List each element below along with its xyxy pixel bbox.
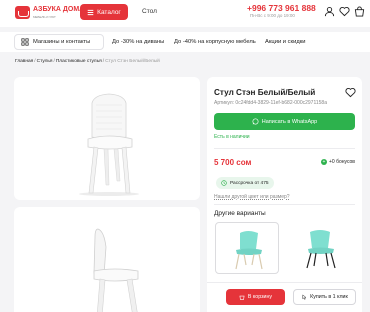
white-chair-front-image [79,93,139,196]
installment-label: Рассрочка от 475 [230,180,269,186]
top-nav: Магазины и контакты До -30% на диваны До… [0,32,370,52]
breadcrumb: Главная/Стулья/Пластиковые стулья/Стул С… [15,59,160,64]
whatsapp-button-label: Написать в WhatsApp [261,118,318,125]
other-color-link[interactable]: Нашли другой цвет или размер? [214,194,290,200]
grid-icon [21,38,29,46]
search-value: Стол [142,8,157,15]
breadcrumb-plastic-chairs[interactable]: Пластиковые стулья [56,59,102,64]
mint-chair-black-legs-image [306,230,336,269]
user-icon[interactable] [324,6,335,17]
bonus-plus-icon: + [321,159,327,165]
product-title: Стул Стэн Белый/Белый [214,88,316,97]
add-to-cart-button[interactable]: В корзину [226,289,285,305]
mint-chair-image [235,231,263,270]
nav-item-label: Магазины и контакты [33,39,91,45]
divider [214,204,355,205]
variant-mint-chair[interactable] [215,222,279,274]
bonus-points: + +0 бонусов [321,159,355,165]
breadcrumb-home[interactable]: Главная [15,59,33,64]
whatsapp-button[interactable]: Написать в WhatsApp [214,113,355,130]
variants-title: Другие варианты [214,210,266,217]
variant-mint-chair-black-legs[interactable] [288,222,352,274]
site-header: АЗБУКА ДОМА МЕБЕЛЬ И УЮТ Каталог Стол +9… [0,0,370,27]
product-article: Артикул: 0c24fdd4-3829-11ef-b682-000c297… [214,100,327,106]
white-chair-side-image [93,228,139,312]
installment-badge[interactable]: Рассрочка от 475 [216,177,274,189]
nav-item-stores[interactable]: Магазины и контакты [14,34,104,50]
add-to-cart-label: В корзину [247,294,273,300]
nav-item-promotions[interactable]: Акции и скидки [265,39,306,45]
product-price: 5 700 сом [214,158,252,167]
stock-status: Есть в наличии [214,134,250,140]
phone-number[interactable]: +996 773 961 888 [247,3,316,13]
clock-icon [221,180,227,186]
whatsapp-icon [252,118,259,125]
nav-item-sofas-sale[interactable]: До -30% на диваны [112,39,164,45]
heart-icon[interactable] [339,6,350,17]
search-input[interactable]: Стол [134,4,242,20]
divider [214,148,355,149]
breadcrumb-chairs[interactable]: Стулья [37,59,53,64]
buy-one-click-button[interactable]: Купить в 1 клик [293,289,356,305]
buy-one-click-label: Купить в 1 клик [310,294,348,300]
cart-icon [239,295,245,300]
logo-subtitle: МЕБЕЛЬ И УЮТ [33,15,56,19]
logo-house-icon [15,6,30,19]
pointer-icon [302,294,307,300]
bonus-points-label: +0 бонусов [329,159,355,165]
logo-name: АЗБУКА ДОМА [33,6,85,13]
buy-bar: В корзину Купить в 1 клик [207,282,362,312]
product-info-card: Стул Стэн Белый/Белый Артикул: 0c24fdd4-… [207,77,362,312]
catalog-button-label: Каталог [97,8,121,16]
favorite-heart-icon[interactable] [345,87,356,98]
working-hours: Пн-Вс с 9:00 до 19:00 [250,13,295,18]
menu-icon [87,9,94,15]
product-photo-main[interactable] [14,77,200,200]
breadcrumb-current: Стул Стэн Белый/Белый [105,59,160,64]
cart-icon[interactable] [354,6,365,17]
product-page: АЗБУКА ДОМА МЕБЕЛЬ И УЮТ Каталог Стол +9… [0,0,370,312]
site-logo[interactable]: АЗБУКА ДОМА МЕБЕЛЬ И УЮТ [15,5,84,22]
product-photo-side[interactable] [14,207,200,312]
catalog-button[interactable]: Каталог [80,4,128,20]
nav-item-cabinet-sale[interactable]: До -40% на корпусную мебель [174,39,256,45]
